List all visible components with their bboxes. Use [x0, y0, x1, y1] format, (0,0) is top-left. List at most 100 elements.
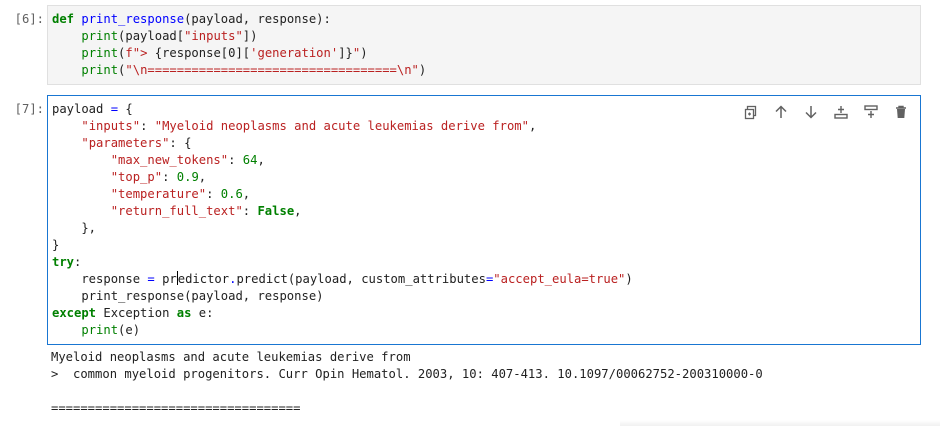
- code-line: print("\n===============================…: [52, 62, 920, 79]
- code-line: response = predictor.predict(payload, cu…: [52, 271, 920, 288]
- code-line: }: [52, 237, 920, 254]
- code-token: 0.6: [220, 187, 243, 201]
- code-token: "top_p": [110, 170, 163, 184]
- code-token: "parameters": [81, 136, 170, 150]
- code-token: (e): [118, 323, 141, 337]
- code-token: except: [52, 306, 97, 320]
- code-token: ,: [198, 170, 207, 184]
- code-token: edictor: [177, 272, 230, 286]
- code-cell-6[interactable]: [6]: def print_response(payload, respons…: [0, 5, 940, 85]
- code-token: "Myeloid neoplasms and acute leukemias d…: [154, 119, 529, 133]
- code-token: "\n==================================\n": [125, 63, 419, 77]
- arrow-up-icon: [775, 105, 787, 118]
- code-token: },: [52, 221, 97, 235]
- arrow-down-icon: [805, 106, 817, 119]
- move-down-button[interactable]: [800, 101, 822, 123]
- code-line: try:: [52, 254, 920, 271]
- code-token: {: [118, 102, 133, 116]
- code-line: print_response(payload, response): [52, 288, 920, 305]
- code-token: =: [110, 102, 119, 116]
- code-editor[interactable]: payload = { "inputs": "Myeloid neoplasms…: [47, 95, 921, 345]
- code-token: as: [176, 306, 192, 320]
- insert-above-button[interactable]: [830, 101, 852, 123]
- code-token: "inputs": [81, 119, 141, 133]
- code-token: try: [52, 255, 75, 269]
- output-line: > common myeloid progenitors. Curr Opin …: [51, 367, 763, 381]
- code-line: print(f"> {response[0]['generation']}"): [52, 45, 920, 62]
- code-token: :: [206, 187, 221, 201]
- insert-below-button[interactable]: [860, 101, 882, 123]
- code-token: "temperature": [110, 187, 207, 201]
- code-token: predict(payload, custom_attributes: [236, 272, 486, 286]
- code-token: ): [360, 46, 368, 60]
- code-token: ]}: [338, 46, 353, 60]
- code-line: },: [52, 220, 920, 237]
- code-token: ,: [294, 204, 302, 218]
- code-cell-7[interactable]: [7]: payload = { "inputs": "Myeloid neop…: [0, 95, 940, 345]
- code-token: ): [625, 272, 633, 286]
- cell-output: Myeloid neoplasms and acute leukemias de…: [51, 349, 911, 417]
- code-token: =: [147, 272, 155, 286]
- code-token: : {: [169, 136, 192, 150]
- duplicate-icon: [744, 105, 757, 120]
- code-token: Exception: [96, 306, 177, 320]
- code-token: f">: [125, 46, 155, 60]
- move-up-button[interactable]: [770, 101, 792, 123]
- code-token: pr: [154, 272, 177, 286]
- duplicate-cell-button[interactable]: [740, 101, 762, 123]
- delete-cell-button[interactable]: [890, 101, 912, 123]
- code-token: }: [52, 238, 60, 252]
- code-token: 'generation': [250, 46, 339, 60]
- execution-count: [7]:: [14, 102, 44, 116]
- code-token: "return_full_text": [110, 204, 243, 218]
- code-token: print_response: [81, 12, 185, 26]
- code-token: "inputs": [184, 29, 243, 43]
- code-token: :: [242, 204, 258, 218]
- code-token: "max_new_tokens": [110, 153, 229, 167]
- code-token: "accept_eula=true": [493, 272, 626, 286]
- window-shadow: [620, 420, 940, 426]
- code-token: payload: [52, 102, 111, 116]
- code-token: print: [81, 63, 119, 77]
- output-line: ==================================: [51, 401, 301, 415]
- code-token: ,: [528, 119, 537, 133]
- code-token: :: [162, 170, 177, 184]
- code-token: print: [81, 46, 119, 60]
- insert-above-icon: [834, 106, 848, 119]
- code-token: 64: [242, 153, 258, 167]
- code-line: "return_full_text": False,: [52, 203, 920, 220]
- output-line: Myeloid neoplasms and acute leukemias de…: [51, 350, 411, 364]
- code-token: (payload[: [118, 29, 185, 43]
- code-line: "max_new_tokens": 64,: [52, 152, 920, 169]
- code-token: print: [81, 323, 119, 337]
- code-token: ]): [242, 29, 258, 43]
- code-line: print(payload["inputs"]): [52, 28, 920, 45]
- code-editor[interactable]: def print_response(payload, response): p…: [47, 5, 921, 85]
- code-line: except Exception as e:: [52, 305, 920, 322]
- execution-count: [6]:: [14, 12, 44, 26]
- code-token: ): [418, 63, 427, 77]
- code-line: "top_p": 0.9,: [52, 169, 920, 186]
- code-token: {response[0][: [154, 46, 251, 60]
- code-token: :: [74, 255, 82, 269]
- code-token: def: [52, 12, 75, 26]
- code-token: :: [228, 153, 243, 167]
- code-line: def print_response(payload, response):: [52, 11, 920, 28]
- code-line: print(e): [52, 322, 920, 339]
- cell-toolbar: [740, 101, 912, 123]
- code-token: (payload, response):: [184, 12, 331, 26]
- code-line: "temperature": 0.6,: [52, 186, 920, 203]
- code-token: 0.9: [176, 170, 199, 184]
- code-token: ,: [257, 153, 265, 167]
